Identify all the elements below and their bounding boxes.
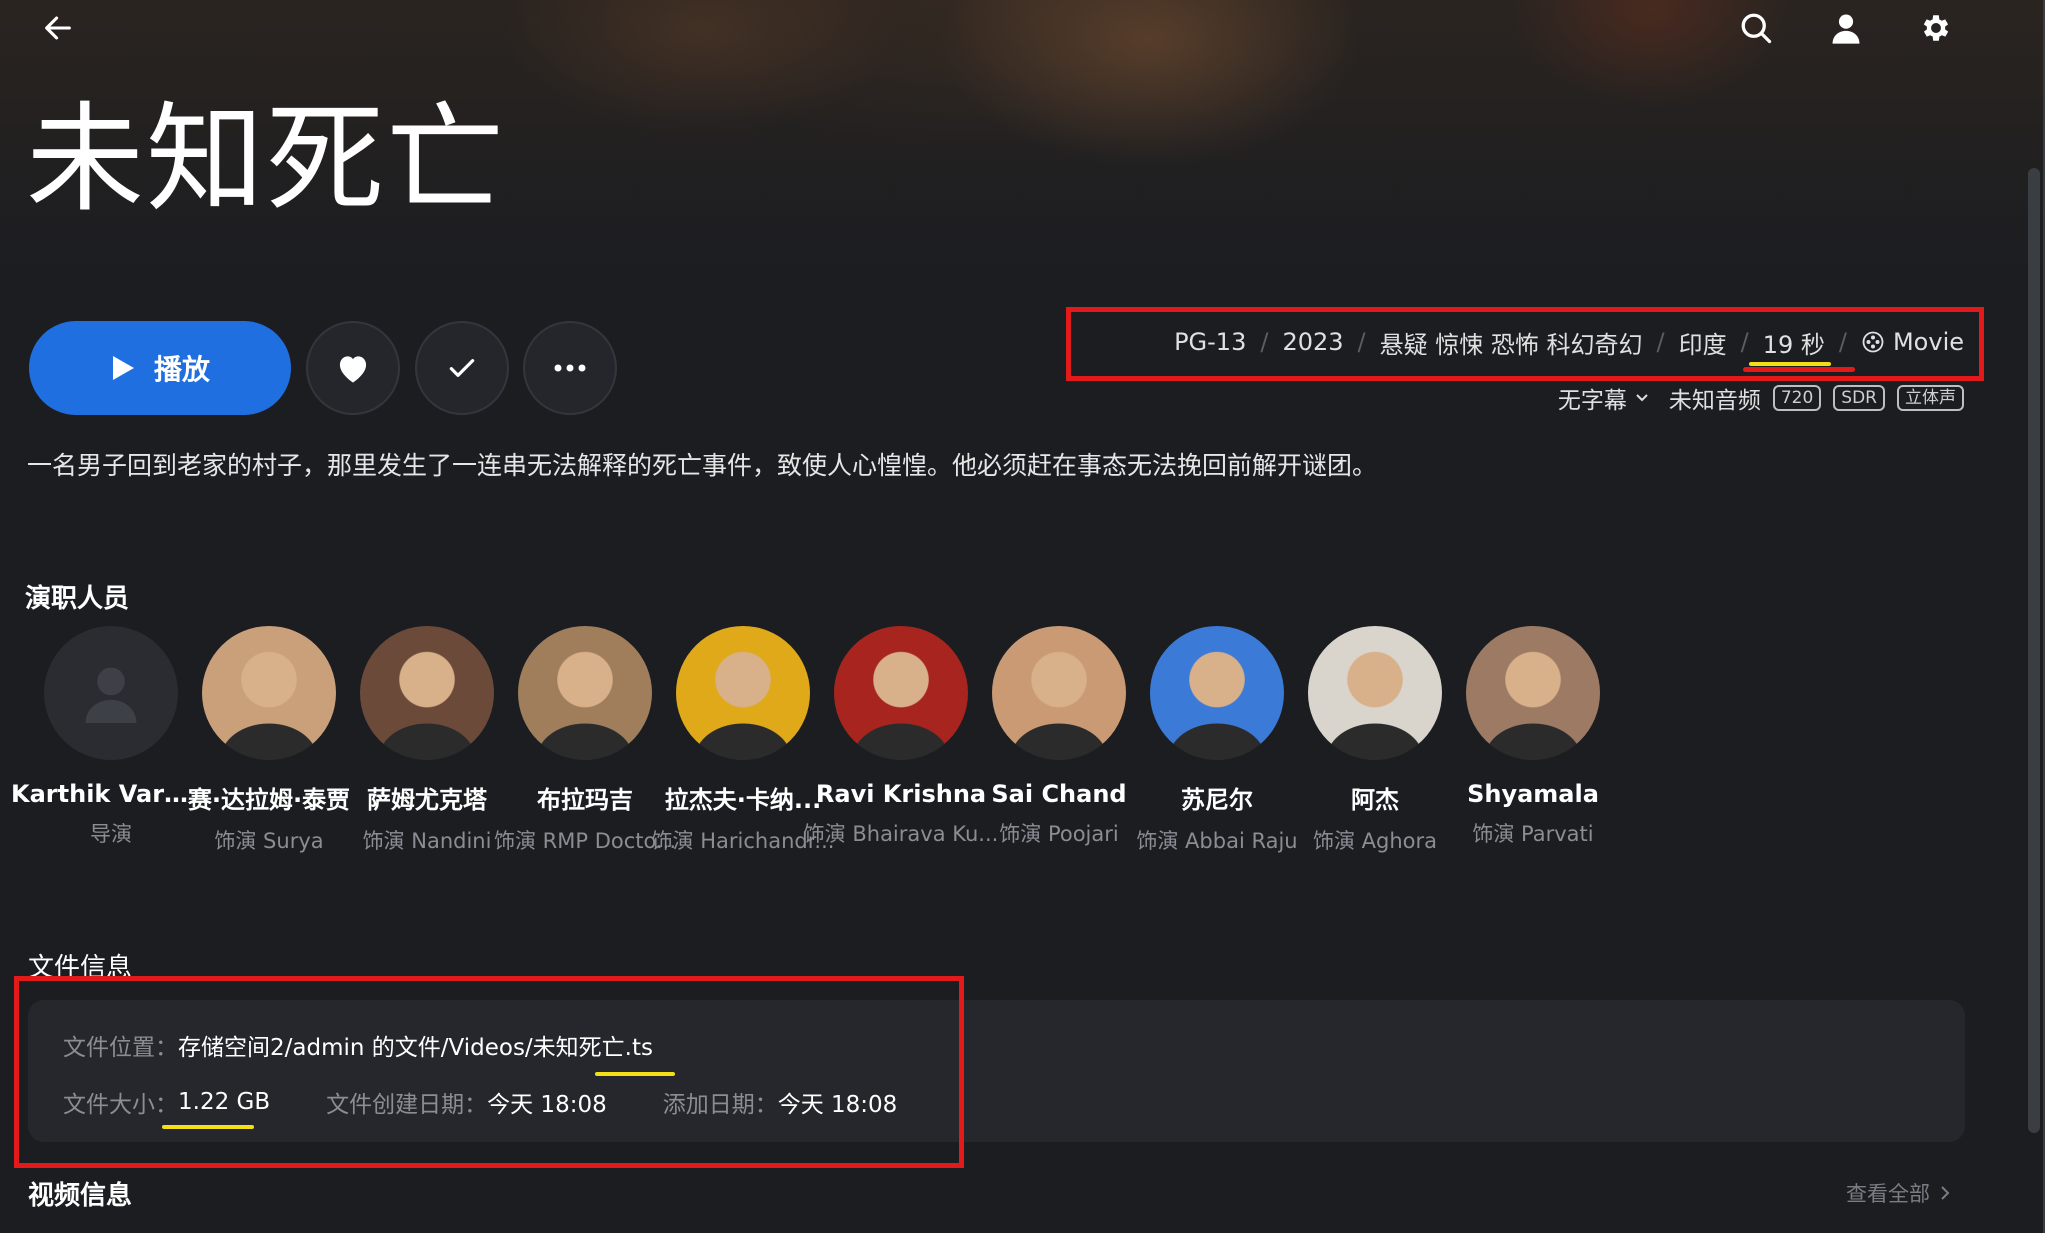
play-label: 播放 [153, 353, 210, 386]
cast-photo [1308, 626, 1442, 760]
subtitle-label: 无字幕 [1557, 388, 1627, 414]
cast-photo [202, 626, 336, 760]
runtime: 19 秒 [1742, 325, 1855, 372]
file-size-value: 1.22 GB [162, 1089, 271, 1129]
resolution-badge: 720 [1772, 385, 1822, 411]
subtitle-selector[interactable]: 无字幕 [1558, 381, 1649, 415]
annotation-underline-red [1742, 366, 1855, 372]
media-type-label: Movie [1892, 328, 1964, 356]
user-icon [1832, 14, 1860, 44]
heart-icon [339, 356, 367, 383]
rating: PG-13 [1174, 328, 1247, 356]
file-size-text: 1.22 GB [178, 1089, 271, 1115]
file-created-label: 文件创建日期： [326, 1092, 488, 1118]
country[interactable]: 印度 [1679, 325, 1727, 360]
arrow-left-icon [45, 16, 71, 40]
annotation-box-file [14, 976, 964, 1168]
divider: / [1260, 328, 1269, 356]
back-button[interactable] [30, 0, 86, 56]
view-all-label: 查看全部 [1846, 1182, 1930, 1206]
file-details-row: 文件大小： 1.22 GB 文件创建日期： 今天 18:08 添加日期： 今天 … [63, 1085, 898, 1129]
cast-photo [518, 626, 652, 760]
cast-member[interactable]: Shyamala 饰演 Parvati [1433, 626, 1633, 848]
cast-photo [676, 626, 810, 760]
search-icon [1741, 13, 1772, 44]
favorite-button[interactable] [306, 321, 400, 415]
gear-icon [1923, 15, 1949, 41]
cast-photo [834, 626, 968, 760]
audio-label[interactable]: 未知音频 [1669, 381, 1761, 415]
more-button[interactable] [523, 321, 617, 415]
channels-badge: 立体声 [1897, 385, 1964, 411]
file-size-label: 文件大小： [63, 1092, 178, 1118]
file-location-text: 存储空间2/admin 的文件/Videos/未知死亡.ts [178, 1035, 653, 1061]
cast-photo [992, 626, 1126, 760]
meta-row: PG-13 / 2023 / 悬疑 惊悚 恐怖 科幻奇幻 / 印度 / 19 秒… [1174, 322, 1964, 372]
more-dots-icon [554, 364, 586, 372]
play-button[interactable]: 播放 [29, 321, 291, 415]
divider: / [1656, 328, 1665, 356]
file-added-value: 今天 18:08 [777, 1092, 898, 1118]
scrollbar[interactable] [2028, 168, 2040, 1133]
play-icon [112, 356, 134, 380]
cast-photo [360, 626, 494, 760]
search-button[interactable] [1728, 0, 1784, 56]
chevron-right-icon [1941, 1186, 1950, 1200]
chevron-down-icon [1636, 394, 1648, 402]
runtime-text: 19 秒 [1762, 330, 1825, 359]
user-button[interactable] [1818, 0, 1874, 56]
page-title: 未知死亡 [26, 90, 507, 228]
file-created-value: 今天 18:08 [487, 1092, 607, 1118]
file-location-label: 文件位置： [63, 1035, 178, 1061]
film-reel-icon [1862, 331, 1884, 353]
view-all-link[interactable]: 查看全部 [1846, 1178, 1950, 1208]
media-type: Movie [1861, 328, 1964, 356]
file-location-row: 文件位置： 存储空间2/admin 的文件/Videos/未知死亡.ts [63, 1028, 675, 1076]
file-location-value[interactable]: 存储空间2/admin 的文件/Videos/未知死亡.ts [178, 1028, 675, 1076]
file-added-label: 添加日期： [662, 1092, 778, 1118]
video-info-title: 视频信息 [28, 1181, 133, 1211]
person-placeholder-icon [85, 667, 137, 723]
stream-info-row: 无字幕 未知音频 720 SDR 立体声 [1558, 380, 1964, 416]
cast-list: Karthik Varm... 导演 赛·达拉姆·泰贾 饰演 Surya 萨姆尤克塔 饰演… [0, 626, 2045, 853]
annotation-underline-yellow [595, 1072, 675, 1076]
cast-photo [1150, 626, 1284, 760]
divider: / [1740, 328, 1749, 356]
settings-button[interactable] [1908, 0, 1964, 56]
cast-name: Shyamala [1467, 780, 1599, 808]
mark-watched-button[interactable] [415, 321, 509, 415]
divider: / [1357, 328, 1366, 356]
annotation-underline-yellow [162, 1125, 254, 1129]
dynamic-range-badge: SDR [1833, 385, 1885, 411]
cast-section-title: 演职人员 [25, 584, 130, 614]
cast-role: 饰演 Parvati [1472, 822, 1594, 846]
check-icon [449, 359, 475, 377]
top-bar [0, 0, 2045, 60]
cast-photo [1466, 626, 1600, 760]
annotation-underline-yellow [1748, 361, 1831, 366]
overview-text: 一名男子回到老家的村子，那里发生了一连串无法解释的死亡事件，致使人心惶惶。他必须… [27, 451, 1378, 480]
avatar-placeholder [44, 626, 178, 760]
genres[interactable]: 悬疑 惊悚 恐怖 科幻奇幻 [1380, 325, 1643, 360]
year: 2023 [1282, 328, 1344, 356]
divider: / [1838, 328, 1847, 356]
